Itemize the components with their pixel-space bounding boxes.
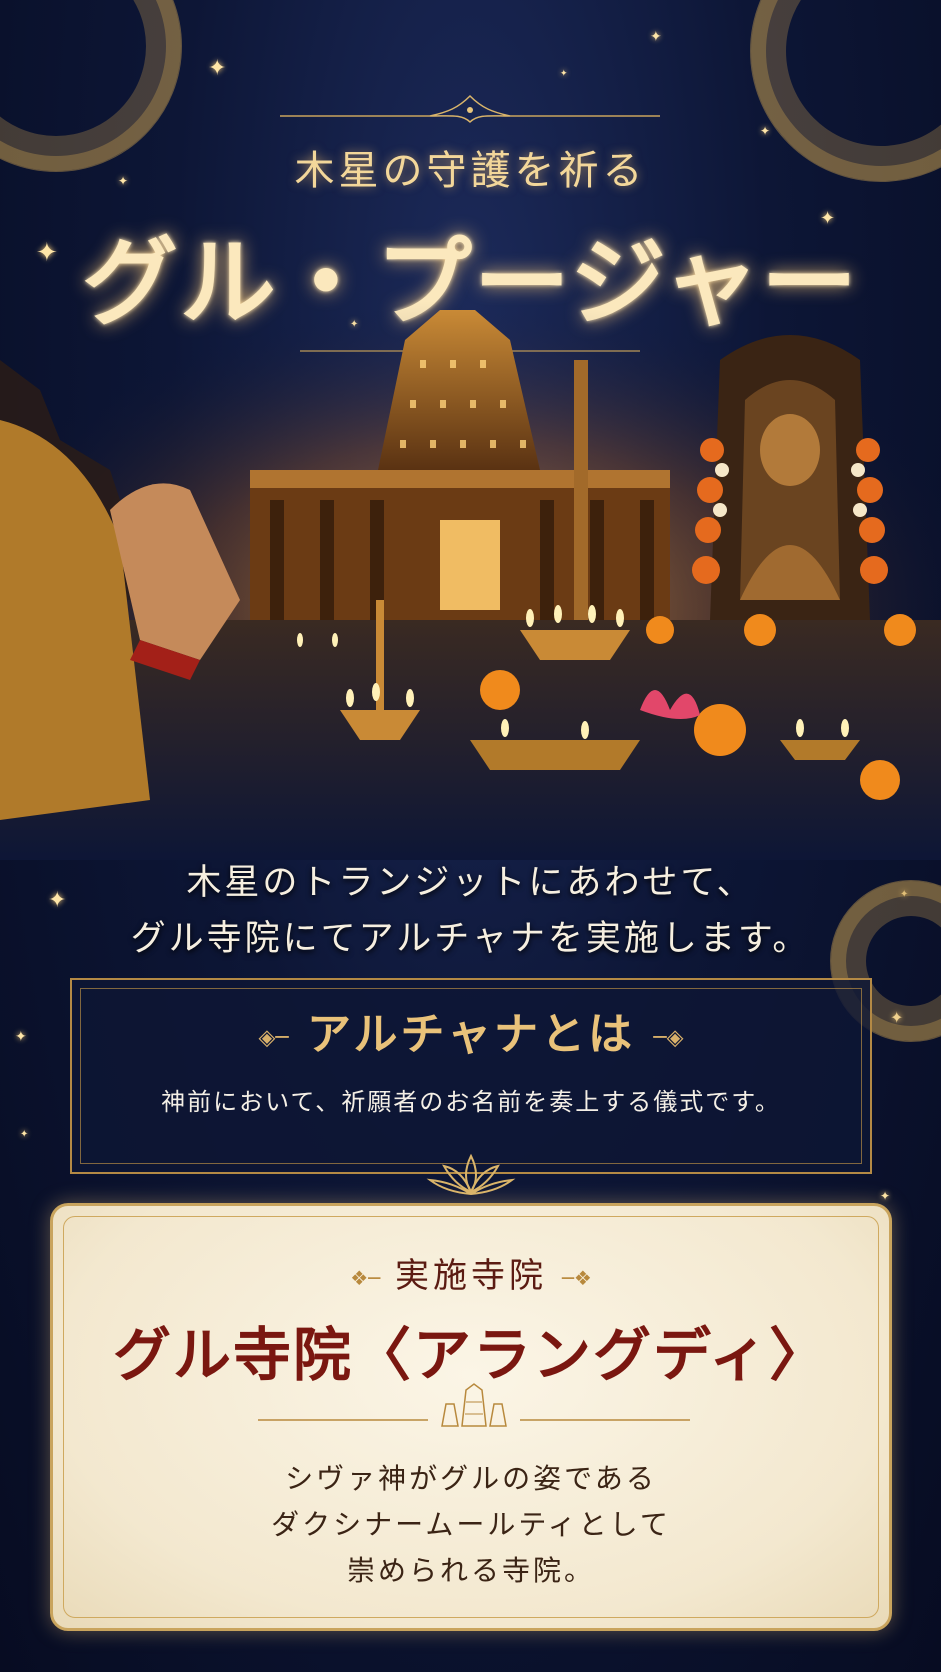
- flourish-icon: ─◈: [653, 1024, 684, 1051]
- temple-description: シヴァ神がグルの姿である ダクシナームールティとして 崇められる寺院。: [53, 1456, 889, 1594]
- intro-text: 木星のトランジットにあわせて、 グル寺院にてアルチャナを実施します。: [0, 855, 941, 967]
- star-icon: ✦: [880, 1189, 891, 1203]
- lotus-icon: [426, 1153, 516, 1195]
- intro-line-1: 木星のトランジットにあわせて、: [186, 863, 755, 903]
- star-icon: ✦: [560, 69, 568, 79]
- star-icon: ✦: [760, 124, 771, 138]
- intro-line-2: グル寺院にてアルチャナを実施します。: [130, 919, 811, 959]
- temple-description-line: シヴァ神がグルの姿である: [285, 1462, 657, 1495]
- archana-description: 神前において、祈願者のお名前を奏上する儀式です。: [161, 1088, 781, 1116]
- temple-name: グル寺院〈アラングディ〉: [113, 1321, 829, 1389]
- temple-scene-illustration: [0, 300, 941, 860]
- temple-description-line: 崇められる寺院。: [346, 1554, 595, 1587]
- poster: ✦ ✦ ✦ ✦ ✦ ✦ ✦ ✦ ✦ ✦ ✦ ✦ ✦ ✦ 木星の守護を祈る グル・…: [0, 0, 941, 1672]
- subtitle: 木星の守護を祈る: [294, 148, 647, 194]
- flourish-icon: [280, 94, 660, 124]
- temple-label-text: 実施寺院: [395, 1256, 547, 1296]
- star-icon: ✦: [15, 1029, 27, 1045]
- flourish-icon: ─❖: [561, 1266, 592, 1290]
- temple-info-card: ❖─ 実施寺院 ─❖ グル寺院〈アラングディ〉 シヴァ神がグルの姿である ダクシ…: [50, 1203, 892, 1631]
- star-icon: ✦: [650, 29, 662, 45]
- temple-description-line: ダクシナームールティとして: [271, 1508, 671, 1541]
- archana-heading-text: アルチャナとは: [306, 1009, 636, 1060]
- temple-label: ❖─ 実施寺院 ─❖: [53, 1248, 889, 1297]
- flourish-icon: ◈─: [258, 1024, 289, 1051]
- archana-info-box: ◈─ アルチャナとは ─◈ 神前において、祈願者のお名前を奏上する儀式です。: [70, 978, 872, 1174]
- temple-gopuram-icon: [258, 1383, 690, 1427]
- star-icon: ✦: [20, 1129, 29, 1140]
- archana-heading: ◈─ アルチャナとは ─◈: [72, 998, 870, 1062]
- flourish-icon: ❖─: [350, 1266, 381, 1290]
- star-icon: ✦: [208, 56, 227, 81]
